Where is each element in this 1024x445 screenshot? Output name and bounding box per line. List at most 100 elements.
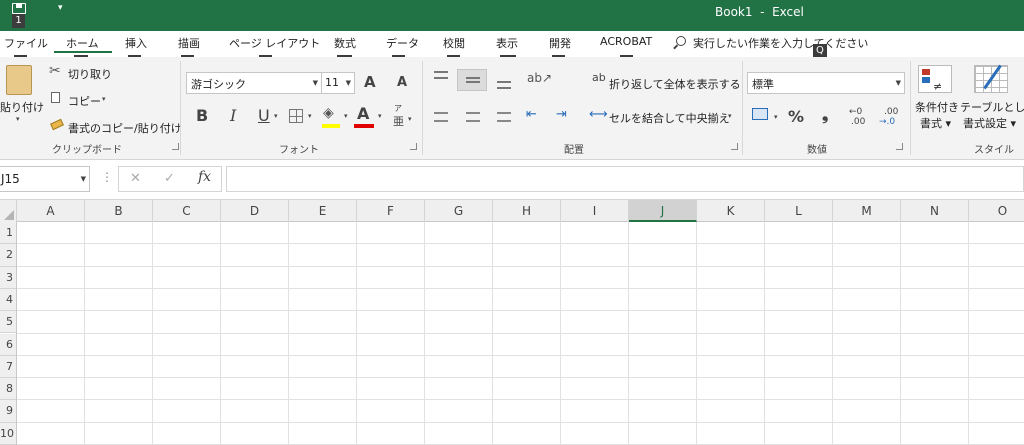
comma-style-button[interactable]: ❟ bbox=[822, 105, 828, 125]
column-header-h[interactable]: H bbox=[493, 200, 561, 222]
wrap-text-button[interactable]: 折り返して全体を表示する bbox=[609, 76, 741, 92]
enter-icon[interactable]: ✓ bbox=[164, 171, 175, 186]
tab-review[interactable]: 校閲 bbox=[443, 35, 465, 51]
column-header-d[interactable]: D bbox=[221, 200, 289, 222]
increase-indent-icon[interactable]: ⇥ bbox=[556, 107, 567, 122]
fill-color-icon[interactable]: ◈ bbox=[323, 105, 334, 121]
format-as-table-icon[interactable] bbox=[974, 64, 1008, 93]
increase-decimal-top[interactable]: ←0 bbox=[849, 107, 862, 117]
row-header-8[interactable]: 8 bbox=[0, 378, 17, 401]
decrease-decimal-top[interactable]: .00 bbox=[884, 107, 898, 117]
underline-button[interactable]: U bbox=[258, 106, 270, 125]
tab-data[interactable]: データ bbox=[386, 35, 419, 51]
column-header-l[interactable]: L bbox=[765, 200, 833, 222]
cancel-icon[interactable]: ✕ bbox=[130, 171, 141, 186]
copy-button[interactable]: コピー bbox=[68, 93, 101, 109]
accounting-format-icon[interactable] bbox=[752, 108, 768, 120]
conditional-format-line2[interactable]: 書式 ▾ bbox=[920, 115, 951, 131]
tab-formulas[interactable]: 数式 bbox=[334, 35, 356, 51]
number-format-combo[interactable]: 標準 ▼ bbox=[747, 72, 905, 94]
phonetic-guide-bottom[interactable]: 亜 bbox=[393, 113, 404, 129]
format-painter-button[interactable]: 書式のコピー/貼り付け bbox=[68, 120, 182, 136]
row-header-3[interactable]: 3 bbox=[0, 266, 17, 289]
borders-dropdown-icon[interactable]: ▾ bbox=[308, 112, 312, 120]
tell-me-input[interactable]: 実行したい作業を入力してください bbox=[693, 35, 868, 51]
conditional-format-line1[interactable]: 条件付き bbox=[915, 99, 959, 115]
align-left-icon[interactable] bbox=[434, 112, 448, 122]
align-top-icon[interactable] bbox=[434, 71, 448, 79]
column-header-b[interactable]: B bbox=[85, 200, 153, 222]
column-header-c[interactable]: C bbox=[153, 200, 221, 222]
align-bottom-icon[interactable] bbox=[497, 81, 511, 89]
tab-home[interactable]: ホーム bbox=[66, 35, 99, 51]
accounting-dropdown-icon[interactable]: ▾ bbox=[774, 113, 778, 121]
tab-view[interactable]: 表示 bbox=[496, 35, 518, 51]
cut-icon[interactable]: ✂ bbox=[49, 63, 61, 79]
row-header-9[interactable]: 9 bbox=[0, 400, 17, 423]
insert-function-button[interactable]: fx bbox=[198, 169, 211, 185]
bold-button[interactable]: B bbox=[196, 106, 208, 125]
merge-dropdown-icon[interactable]: ▾ bbox=[728, 112, 732, 120]
decrease-decimal-bottom[interactable]: →.0 bbox=[879, 117, 895, 127]
column-header-m[interactable]: M bbox=[833, 200, 901, 222]
merge-center-button[interactable]: セルを結合して中央揃え bbox=[609, 110, 730, 126]
increase-decimal-bottom[interactable]: .00 bbox=[851, 117, 865, 127]
copy-icon[interactable] bbox=[51, 92, 60, 103]
row-header-1[interactable]: 1 bbox=[0, 222, 17, 245]
qat-dropdown-icon[interactable]: ▾ bbox=[58, 3, 63, 13]
font-color-dropdown-icon[interactable]: ▾ bbox=[378, 112, 382, 120]
paste-button[interactable]: 貼り付け bbox=[0, 99, 44, 115]
tab-insert[interactable]: 挿入 bbox=[125, 35, 147, 51]
paste-dropdown-icon[interactable]: ▾ bbox=[16, 115, 20, 123]
copy-dropdown-icon[interactable]: ▾ bbox=[102, 95, 106, 103]
orientation-icon[interactable]: ab↗ bbox=[527, 71, 552, 85]
column-header-a[interactable]: A bbox=[17, 200, 85, 222]
row-header-5[interactable]: 5 bbox=[0, 311, 17, 334]
column-header-f[interactable]: F bbox=[357, 200, 425, 222]
name-box[interactable]: J15 ▼ bbox=[0, 166, 90, 192]
row-header-6[interactable]: 6 bbox=[0, 333, 17, 356]
font-name-combo[interactable]: 游ゴシック ▼ bbox=[186, 72, 322, 94]
format-as-table-line1[interactable]: テーブルとして bbox=[960, 99, 1024, 115]
column-header-e[interactable]: E bbox=[289, 200, 357, 222]
borders-icon[interactable] bbox=[289, 109, 303, 123]
column-header-i[interactable]: I bbox=[561, 200, 629, 222]
italic-button[interactable]: I bbox=[230, 106, 236, 125]
tab-file[interactable]: ファイル bbox=[4, 35, 48, 51]
format-as-table-line2[interactable]: 書式設定 ▾ bbox=[963, 115, 1016, 131]
shrink-font-button[interactable]: A bbox=[397, 75, 407, 90]
underline-dropdown-icon[interactable]: ▾ bbox=[274, 112, 278, 120]
format-painter-icon[interactable] bbox=[50, 118, 64, 131]
align-right-icon[interactable] bbox=[497, 112, 511, 122]
column-header-g[interactable]: G bbox=[425, 200, 493, 222]
fill-color-dropdown-icon[interactable]: ▾ bbox=[344, 112, 348, 120]
row-header-2[interactable]: 2 bbox=[0, 244, 17, 267]
tab-page-layout[interactable]: ページ レイアウト bbox=[229, 35, 320, 51]
merge-center-icon[interactable]: ⟷ bbox=[589, 107, 608, 122]
row-header-7[interactable]: 7 bbox=[0, 355, 17, 379]
tab-developer[interactable]: 開発 bbox=[549, 35, 571, 51]
grow-font-button[interactable]: A bbox=[364, 73, 376, 91]
save-icon[interactable] bbox=[12, 3, 26, 14]
alignment-launcher-icon[interactable] bbox=[731, 143, 738, 150]
conditional-format-icon[interactable]: ≠ bbox=[918, 65, 952, 93]
clipboard-launcher-icon[interactable] bbox=[172, 143, 179, 150]
column-header-o[interactable]: O bbox=[969, 200, 1024, 222]
row-header-4[interactable]: 4 bbox=[0, 288, 17, 312]
more-options-icon[interactable]: ⋮ bbox=[101, 170, 113, 184]
font-launcher-icon[interactable] bbox=[410, 143, 417, 150]
cut-button[interactable]: 切り取り bbox=[68, 66, 112, 82]
number-launcher-icon[interactable] bbox=[896, 143, 903, 150]
tab-acrobat[interactable]: ACROBAT bbox=[600, 35, 652, 48]
phonetic-dropdown-icon[interactable]: ▾ bbox=[408, 115, 412, 123]
percent-button[interactable]: % bbox=[788, 107, 804, 126]
column-header-n[interactable]: N bbox=[901, 200, 969, 222]
row-header-10[interactable]: 10 bbox=[0, 422, 17, 445]
column-header-k[interactable]: K bbox=[697, 200, 765, 222]
formula-input[interactable] bbox=[226, 166, 1024, 192]
column-header-j[interactable]: J bbox=[629, 200, 697, 222]
tab-draw[interactable]: 描画 bbox=[178, 35, 200, 51]
paste-icon[interactable] bbox=[6, 65, 32, 95]
font-size-combo[interactable]: 11 ▼ bbox=[321, 72, 355, 94]
decrease-indent-icon[interactable]: ⇤ bbox=[526, 107, 537, 122]
